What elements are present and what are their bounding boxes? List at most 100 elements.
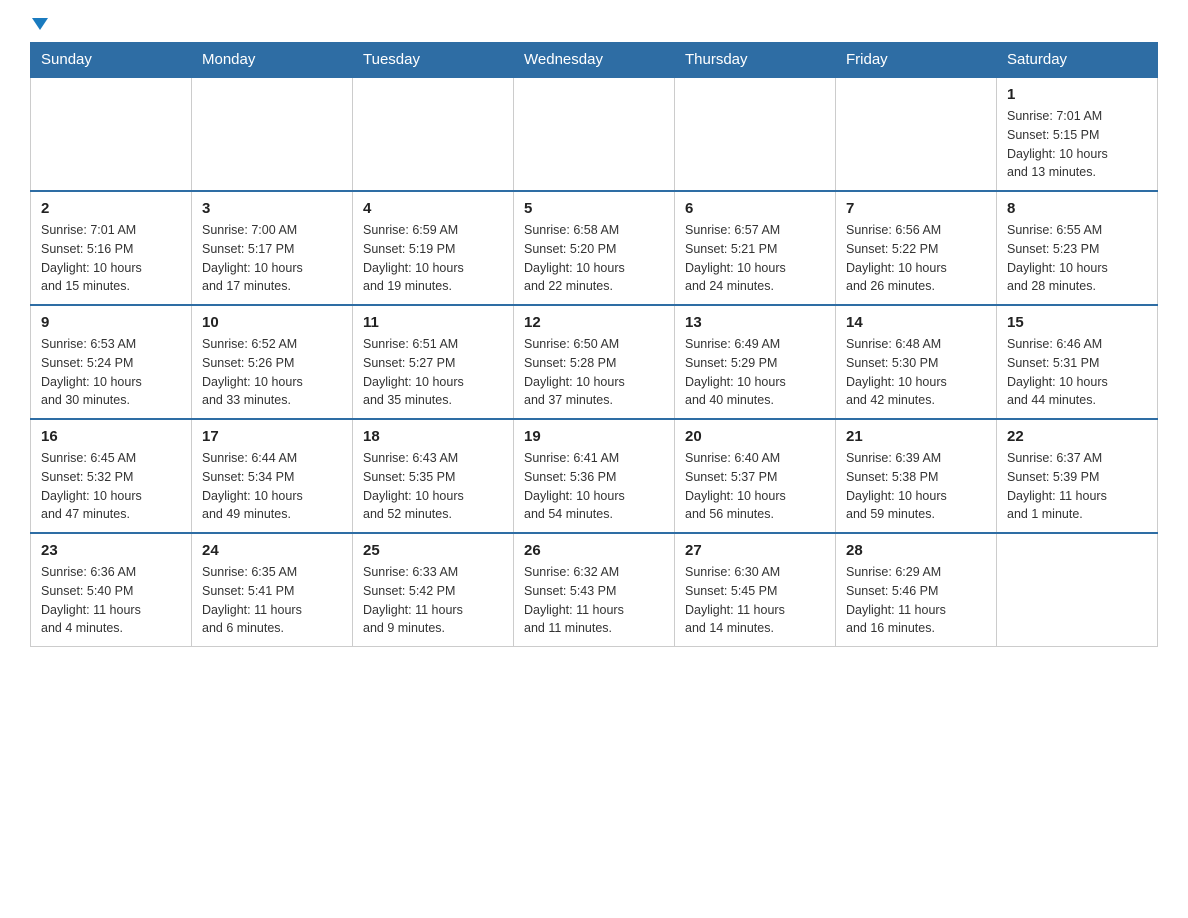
day-info: Sunrise: 6:52 AM Sunset: 5:26 PM Dayligh… — [202, 335, 342, 410]
calendar-cell: 12Sunrise: 6:50 AM Sunset: 5:28 PM Dayli… — [514, 305, 675, 419]
day-info: Sunrise: 7:01 AM Sunset: 5:16 PM Dayligh… — [41, 221, 181, 296]
day-header-monday: Monday — [192, 43, 353, 78]
day-info: Sunrise: 6:37 AM Sunset: 5:39 PM Dayligh… — [1007, 449, 1147, 524]
calendar-cell: 17 Sunrise: 6:44 AM Sunset: 5:34 PM Dayli… — [192, 419, 353, 533]
calendar-cell: 27Sunrise: 6:30 AM Sunset: 5:45 PM Dayli… — [675, 533, 836, 647]
day-info: Sunrise: 6:50 AM Sunset: 5:28 PM Dayligh… — [524, 335, 664, 410]
calendar-cell — [353, 77, 514, 191]
day-info: Sunrise: 6:48 AM Sunset: 5:30 PM Dayligh… — [846, 335, 986, 410]
calendar-cell: 15 Sunrise: 6:46 AM Sunset: 5:31 PM Dayli… — [997, 305, 1158, 419]
day-number: 23 — [41, 542, 181, 559]
day-header-friday: Friday — [836, 43, 997, 78]
day-number: 11 — [363, 314, 503, 331]
day-info: Sunrise: 6:36 AM Sunset: 5:40 PM Dayligh… — [41, 563, 181, 638]
page-header — [30, 20, 1158, 32]
day-header-tuesday: Tuesday — [353, 43, 514, 78]
day-info: Sunrise: 6:29 AM Sunset: 5:46 PM Dayligh… — [846, 563, 986, 638]
day-header-saturday: Saturday — [997, 43, 1158, 78]
calendar-cell: 18 Sunrise: 6:43 AM Sunset: 5:35 PM Dayli… — [353, 419, 514, 533]
day-info: Sunrise: 6:51 AM Sunset: 5:27 PM Dayligh… — [363, 335, 503, 410]
calendar-cell: 11 Sunrise: 6:51 AM Sunset: 5:27 PM Dayli… — [353, 305, 514, 419]
calendar-cell — [836, 77, 997, 191]
calendar-cell: 25Sunrise: 6:33 AM Sunset: 5:42 PM Dayli… — [353, 533, 514, 647]
day-number: 28 — [846, 542, 986, 559]
calendar-cell: 13 Sunrise: 6:49 AM Sunset: 5:29 PM Dayli… — [675, 305, 836, 419]
calendar-week-1: 1 Sunrise: 7:01 AM Sunset: 5:15 PM Daylig… — [31, 77, 1158, 191]
calendar-cell: 14 Sunrise: 6:48 AM Sunset: 5:30 PM Dayli… — [836, 305, 997, 419]
calendar-table: SundayMondayTuesdayWednesdayThursdayFrid… — [30, 42, 1158, 647]
day-number: 17 — [202, 428, 342, 445]
day-number: 2 — [41, 200, 181, 217]
day-number: 13 — [685, 314, 825, 331]
day-info: Sunrise: 6:55 AM Sunset: 5:23 PM Dayligh… — [1007, 221, 1147, 296]
day-number: 19 — [524, 428, 664, 445]
calendar-cell: 20 Sunrise: 6:40 AM Sunset: 5:37 PM Dayli… — [675, 419, 836, 533]
day-number: 24 — [202, 542, 342, 559]
calendar-cell: 28 Sunrise: 6:29 AM Sunset: 5:46 PM Dayli… — [836, 533, 997, 647]
day-number: 14 — [846, 314, 986, 331]
calendar-cell: 8 Sunrise: 6:55 AM Sunset: 5:23 PM Daylig… — [997, 191, 1158, 305]
day-info: Sunrise: 6:59 AM Sunset: 5:19 PM Dayligh… — [363, 221, 503, 296]
day-number: 8 — [1007, 200, 1147, 217]
day-info: Sunrise: 6:56 AM Sunset: 5:22 PM Dayligh… — [846, 221, 986, 296]
day-number: 16 — [41, 428, 181, 445]
day-number: 10 — [202, 314, 342, 331]
day-number: 7 — [846, 200, 986, 217]
calendar-cell: 23 Sunrise: 6:36 AM Sunset: 5:40 PM Dayli… — [31, 533, 192, 647]
day-info: Sunrise: 6:45 AM Sunset: 5:32 PM Dayligh… — [41, 449, 181, 524]
day-number: 4 — [363, 200, 503, 217]
day-number: 21 — [846, 428, 986, 445]
calendar-week-3: 9 Sunrise: 6:53 AM Sunset: 5:24 PM Daylig… — [31, 305, 1158, 419]
day-number: 1 — [1007, 86, 1147, 103]
day-info: Sunrise: 6:43 AM Sunset: 5:35 PM Dayligh… — [363, 449, 503, 524]
calendar-week-5: 23 Sunrise: 6:36 AM Sunset: 5:40 PM Dayli… — [31, 533, 1158, 647]
day-number: 26 — [524, 542, 664, 559]
calendar-cell — [675, 77, 836, 191]
day-info: Sunrise: 6:30 AM Sunset: 5:45 PM Dayligh… — [685, 563, 825, 638]
day-number: 25 — [363, 542, 503, 559]
day-info: Sunrise: 7:00 AM Sunset: 5:17 PM Dayligh… — [202, 221, 342, 296]
calendar-cell — [31, 77, 192, 191]
calendar-cell: 26 Sunrise: 6:32 AM Sunset: 5:43 PM Dayli… — [514, 533, 675, 647]
calendar-cell: 9 Sunrise: 6:53 AM Sunset: 5:24 PM Daylig… — [31, 305, 192, 419]
day-info: Sunrise: 6:57 AM Sunset: 5:21 PM Dayligh… — [685, 221, 825, 296]
day-info: Sunrise: 6:49 AM Sunset: 5:29 PM Dayligh… — [685, 335, 825, 410]
calendar-cell: 6 Sunrise: 6:57 AM Sunset: 5:21 PM Daylig… — [675, 191, 836, 305]
calendar-cell: 22Sunrise: 6:37 AM Sunset: 5:39 PM Dayli… — [997, 419, 1158, 533]
calendar-cell: 5 Sunrise: 6:58 AM Sunset: 5:20 PM Daylig… — [514, 191, 675, 305]
day-header-thursday: Thursday — [675, 43, 836, 78]
day-info: Sunrise: 6:32 AM Sunset: 5:43 PM Dayligh… — [524, 563, 664, 638]
day-info: Sunrise: 6:46 AM Sunset: 5:31 PM Dayligh… — [1007, 335, 1147, 410]
calendar-cell: 19 Sunrise: 6:41 AM Sunset: 5:36 PM Dayli… — [514, 419, 675, 533]
calendar-cell: 4 Sunrise: 6:59 AM Sunset: 5:19 PM Daylig… — [353, 191, 514, 305]
day-info: Sunrise: 6:35 AM Sunset: 5:41 PM Dayligh… — [202, 563, 342, 638]
day-info: Sunrise: 6:58 AM Sunset: 5:20 PM Dayligh… — [524, 221, 664, 296]
calendar-cell: 16 Sunrise: 6:45 AM Sunset: 5:32 PM Dayli… — [31, 419, 192, 533]
day-info: Sunrise: 6:40 AM Sunset: 5:37 PM Dayligh… — [685, 449, 825, 524]
calendar-week-4: 16 Sunrise: 6:45 AM Sunset: 5:32 PM Dayli… — [31, 419, 1158, 533]
calendar-cell — [514, 77, 675, 191]
calendar-cell — [192, 77, 353, 191]
calendar-cell: 3 Sunrise: 7:00 AM Sunset: 5:17 PM Daylig… — [192, 191, 353, 305]
day-header-wednesday: Wednesday — [514, 43, 675, 78]
day-number: 15 — [1007, 314, 1147, 331]
logo-triangle-icon — [32, 18, 48, 30]
day-header-sunday: Sunday — [31, 43, 192, 78]
day-info: Sunrise: 6:53 AM Sunset: 5:24 PM Dayligh… — [41, 335, 181, 410]
day-number: 3 — [202, 200, 342, 217]
calendar-cell — [997, 533, 1158, 647]
logo — [30, 20, 48, 32]
day-number: 5 — [524, 200, 664, 217]
day-number: 20 — [685, 428, 825, 445]
calendar-cell: 24 Sunrise: 6:35 AM Sunset: 5:41 PM Dayli… — [192, 533, 353, 647]
day-number: 18 — [363, 428, 503, 445]
calendar-header-row: SundayMondayTuesdayWednesdayThursdayFrid… — [31, 43, 1158, 78]
day-number: 9 — [41, 314, 181, 331]
day-number: 6 — [685, 200, 825, 217]
calendar-cell: 7 Sunrise: 6:56 AM Sunset: 5:22 PM Daylig… — [836, 191, 997, 305]
calendar-cell: 2 Sunrise: 7:01 AM Sunset: 5:16 PM Daylig… — [31, 191, 192, 305]
day-info: Sunrise: 6:41 AM Sunset: 5:36 PM Dayligh… — [524, 449, 664, 524]
day-info: Sunrise: 6:44 AM Sunset: 5:34 PM Dayligh… — [202, 449, 342, 524]
day-info: Sunrise: 6:39 AM Sunset: 5:38 PM Dayligh… — [846, 449, 986, 524]
day-info: Sunrise: 7:01 AM Sunset: 5:15 PM Dayligh… — [1007, 107, 1147, 182]
